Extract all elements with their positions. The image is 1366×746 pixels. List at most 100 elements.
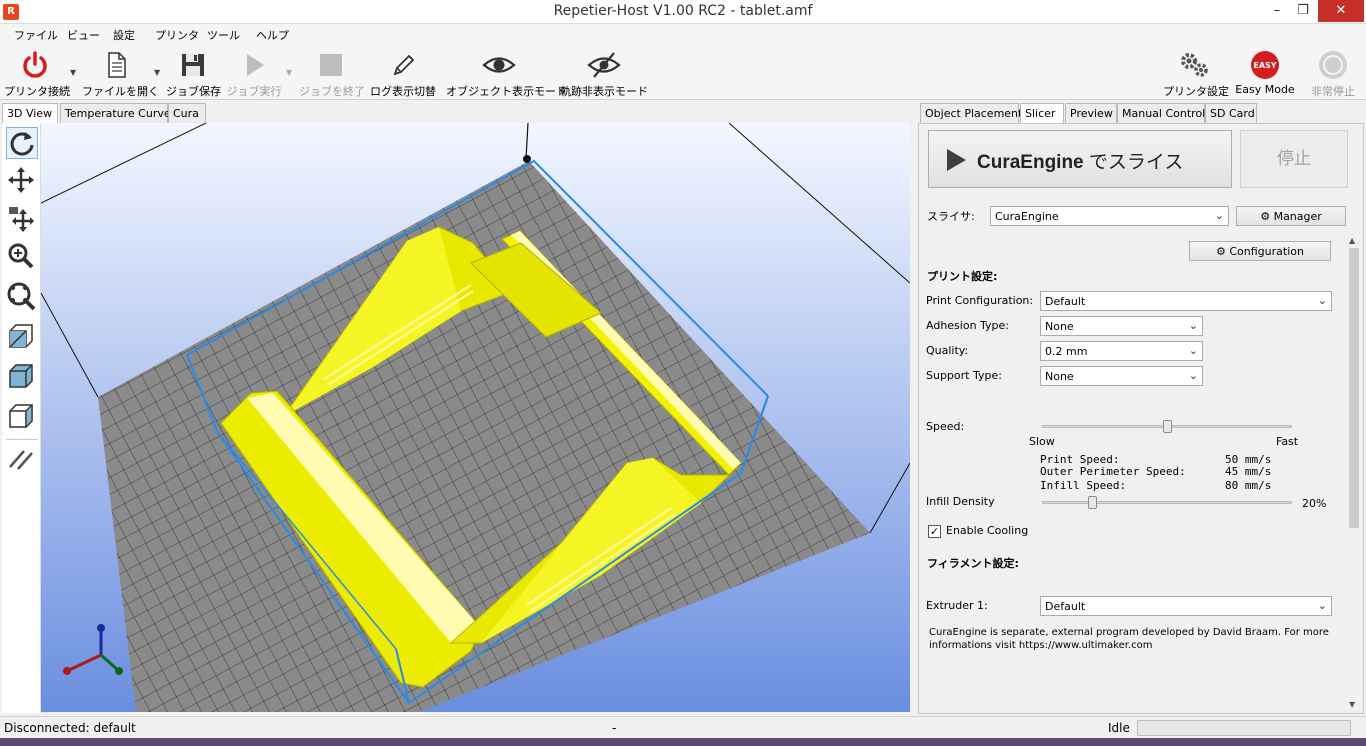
tab-temperature-curve[interactable]: Temperature Curve bbox=[60, 103, 171, 123]
printer-settings-button[interactable]: プリンタ設定 bbox=[1163, 50, 1229, 99]
parallel-view-button[interactable] bbox=[6, 445, 38, 477]
open-file-dropdown-arrow[interactable]: ▼ bbox=[154, 68, 160, 77]
chevron-down-icon: ⌄ bbox=[1317, 599, 1327, 612]
status-bar: Disconnected: default - Idle bbox=[0, 716, 1366, 738]
emergency-stop-button[interactable]: 非常停止 bbox=[1302, 50, 1364, 99]
parallel-lines-icon bbox=[9, 450, 33, 470]
run-job-dropdown-arrow[interactable]: ▼ bbox=[286, 68, 292, 77]
connect-button[interactable]: プリンタ接続 bbox=[4, 50, 70, 99]
slice-button[interactable]: CuraEngine でスライス bbox=[928, 130, 1232, 188]
stop-slice-button[interactable]: 停止 bbox=[1240, 130, 1348, 188]
stop-icon bbox=[320, 54, 342, 76]
speed-slow-label: Slow bbox=[1029, 435, 1055, 448]
power-icon bbox=[23, 51, 47, 78]
menu-printer[interactable]: プリンタ bbox=[155, 27, 199, 43]
move-object-icon bbox=[9, 207, 34, 232]
tab-preview[interactable]: Preview bbox=[1065, 103, 1117, 123]
run-job-button[interactable]: ジョブ実行 bbox=[226, 50, 282, 99]
outer-speed-value: 45 mm/s bbox=[1225, 465, 1272, 478]
run-job-label: ジョブ実行 bbox=[226, 85, 282, 98]
tab-object-placement[interactable]: Object Placement bbox=[920, 103, 1022, 123]
adhesion-select[interactable]: None ⌄ bbox=[1040, 316, 1203, 336]
slice-button-label: CuraEngine でスライス bbox=[977, 147, 1183, 174]
quality-select[interactable]: 0.2 mm ⌄ bbox=[1040, 341, 1203, 361]
object-mode-button[interactable]: オブジェクト表示モード bbox=[446, 50, 567, 99]
tab-cura[interactable]: Cura bbox=[168, 103, 206, 123]
support-select[interactable]: None ⌄ bbox=[1040, 366, 1203, 386]
scrollbar-thumb[interactable] bbox=[1349, 248, 1359, 528]
enable-cooling-label: Enable Cooling bbox=[946, 524, 1029, 537]
extruder-value: Default bbox=[1045, 600, 1086, 613]
fit-view-button[interactable] bbox=[6, 281, 38, 313]
maximize-button[interactable]: ❐ bbox=[1286, 0, 1320, 22]
quality-label: Quality: bbox=[926, 344, 969, 357]
scroll-up-icon[interactable]: ▲ bbox=[1349, 236, 1355, 245]
menu-view[interactable]: ビュー bbox=[67, 27, 100, 43]
slicer-select[interactable]: CuraEngine ⌄ bbox=[990, 206, 1229, 226]
menu-help[interactable]: ヘルプ bbox=[256, 27, 289, 43]
infill-speed-value: 80 mm/s bbox=[1225, 479, 1272, 492]
quality-value: 0.2 mm bbox=[1045, 345, 1088, 358]
rotate-view-button[interactable] bbox=[6, 127, 38, 159]
close-button[interactable]: ✕ bbox=[1318, 0, 1364, 22]
footer-note-line1: CuraEngine is separate, external program… bbox=[929, 627, 1329, 638]
object-mode-label: オブジェクト表示モード bbox=[446, 85, 567, 98]
menu-tools[interactable]: ツール bbox=[207, 27, 240, 43]
tab-sd-card[interactable]: SD Card bbox=[1205, 103, 1257, 123]
toggle-log-button[interactable]: ログ表示切替 bbox=[367, 50, 439, 99]
menu-bar: ファイル ビュー 設定 プリンタ ツール ヘルプ bbox=[0, 24, 1366, 44]
3d-viewport[interactable] bbox=[41, 123, 910, 712]
tab-slicer[interactable]: Slicer bbox=[1020, 103, 1064, 124]
slice-button-suffix: でスライス bbox=[1083, 152, 1184, 173]
print-settings-header: プリント設定: bbox=[927, 270, 998, 283]
hide-path-mode-button[interactable]: 軌跡非表示モード bbox=[558, 50, 650, 99]
slicer-select-value: CuraEngine bbox=[995, 210, 1059, 223]
os-taskbar bbox=[0, 738, 1366, 746]
top-view-button[interactable] bbox=[6, 361, 38, 393]
support-value: None bbox=[1045, 370, 1074, 383]
front-view-button[interactable] bbox=[6, 321, 38, 353]
speed-slider-thumb[interactable] bbox=[1162, 420, 1172, 433]
menu-settings[interactable]: 設定 bbox=[113, 27, 135, 43]
stop-job-button[interactable]: ジョブを終了 bbox=[299, 50, 365, 99]
support-label: Support Type: bbox=[926, 369, 1002, 382]
slicer-label: スライサ: bbox=[927, 210, 975, 223]
check-icon: ✓ bbox=[929, 525, 940, 538]
gear-icon: ⚙ bbox=[1216, 245, 1226, 258]
cube-front-icon bbox=[9, 324, 33, 348]
chevron-down-icon: ⌄ bbox=[1188, 369, 1198, 382]
view-tools bbox=[2, 123, 41, 713]
panel-scrollbar[interactable]: ▲ ▼ bbox=[1346, 234, 1362, 712]
zoom-icon bbox=[8, 243, 34, 269]
tab-manual-control[interactable]: Manual Control bbox=[1117, 103, 1205, 123]
scroll-down-icon[interactable]: ▼ bbox=[1349, 700, 1355, 709]
title-bar: R Repetier-Host V1.00 RC2 - tablet.amf –… bbox=[0, 0, 1366, 24]
gears-icon bbox=[1181, 53, 1208, 77]
configuration-button[interactable]: ⚙ Configuration bbox=[1189, 241, 1331, 261]
enable-cooling-checkbox[interactable]: ✓ bbox=[928, 525, 941, 538]
infill-density-slider[interactable] bbox=[1042, 501, 1292, 504]
filament-settings-header: フィラメント設定: bbox=[927, 557, 1019, 570]
easy-mode-button[interactable]: EASY Easy Mode bbox=[1232, 50, 1298, 96]
rotate-icon bbox=[10, 132, 34, 156]
infill-density-slider-thumb[interactable] bbox=[1087, 496, 1097, 509]
side-view-button[interactable] bbox=[6, 401, 38, 433]
extruder-select[interactable]: Default ⌄ bbox=[1040, 596, 1332, 616]
move-view-button[interactable] bbox=[6, 165, 38, 197]
gear-icon: ⚙ bbox=[1260, 210, 1271, 223]
connect-dropdown-arrow[interactable]: ▼ bbox=[70, 68, 76, 77]
manager-button[interactable]: ⚙ Manager bbox=[1236, 206, 1346, 226]
print-config-select[interactable]: Default ⌄ bbox=[1040, 291, 1332, 311]
menu-file[interactable]: ファイル bbox=[14, 27, 58, 43]
chevron-down-icon: ⌄ bbox=[1317, 294, 1327, 307]
zoom-button[interactable] bbox=[6, 241, 38, 273]
infill-speed-label: Infill Speed: bbox=[1040, 479, 1127, 492]
open-file-button[interactable]: ファイルを開く bbox=[82, 50, 159, 99]
move-object-button[interactable] bbox=[6, 203, 38, 235]
save-job-button[interactable]: ジョブ保存 bbox=[166, 50, 221, 99]
printer-settings-label: プリンタ設定 bbox=[1163, 85, 1229, 98]
3d-scene[interactable] bbox=[41, 123, 910, 712]
connection-status: Disconnected: default bbox=[4, 721, 136, 735]
tab-3d-view[interactable]: 3D View bbox=[2, 103, 58, 124]
chevron-down-icon: ⌄ bbox=[1214, 209, 1224, 222]
